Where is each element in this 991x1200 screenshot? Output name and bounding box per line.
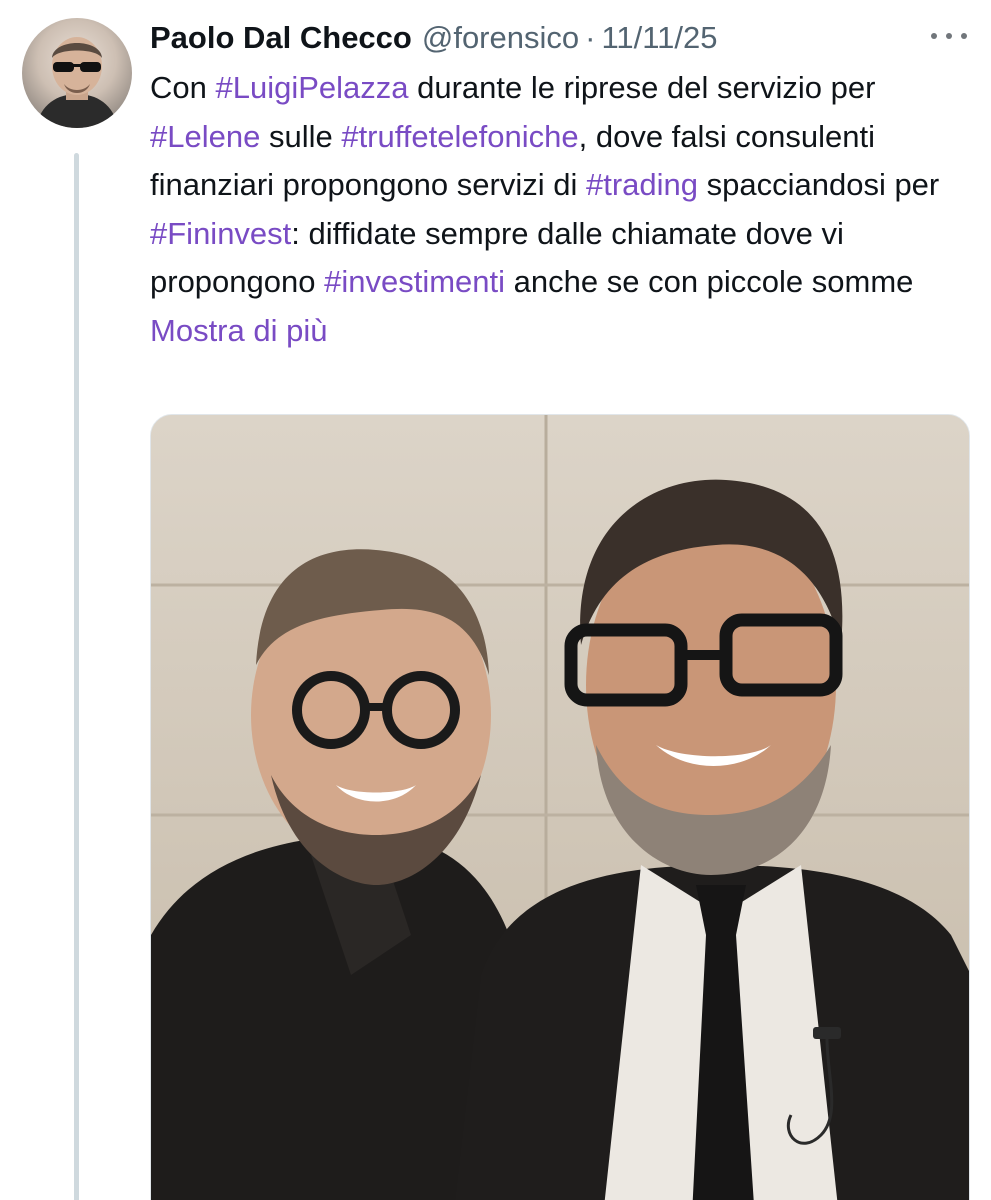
hashtag-link[interactable]: #Lelene [150, 119, 260, 154]
more-dot [946, 33, 952, 39]
photo-illustration [151, 415, 969, 1200]
tweet[interactable]: Paolo Dal Checco @forensico · 11/11/25 C… [0, 0, 991, 1200]
tweet-text-segment: anche se con piccole somme [505, 264, 914, 299]
show-more-link[interactable]: Mostra di più [150, 313, 327, 348]
tweet-header: Paolo Dal Checco @forensico · 11/11/25 [150, 18, 950, 58]
tweet-text-segment: Con [150, 70, 216, 105]
tweet-text-segment: spacciandosi per [698, 167, 940, 202]
more-dot [961, 33, 967, 39]
thread-line [74, 153, 79, 1200]
hashtag-link[interactable]: #trading [586, 167, 698, 202]
tweet-text: Con #LuigiPelazza durante le riprese del… [150, 64, 965, 355]
avatar-portrait [36, 37, 118, 128]
tweet-text-segment: sulle [260, 118, 342, 154]
hashtag-link[interactable]: #LuigiPelazza [215, 70, 408, 105]
author-handle[interactable]: @forensico [422, 18, 579, 58]
tweet-date[interactable]: 11/11/25 [601, 18, 717, 58]
hashtag-link[interactable]: #truffetelefoniche [341, 119, 578, 154]
more-dot [931, 33, 937, 39]
hashtag-link[interactable]: #Fininvest [150, 216, 291, 251]
author-name[interactable]: Paolo Dal Checco [150, 18, 412, 58]
separator-dot: · [585, 20, 596, 55]
hashtag-link[interactable]: #investimenti [324, 264, 505, 299]
avatar[interactable] [22, 18, 132, 128]
tweet-photo[interactable] [150, 414, 970, 1200]
tweet-text-segment: durante le riprese del servizio per [408, 70, 876, 105]
more-horizontal-icon[interactable] [931, 24, 967, 48]
